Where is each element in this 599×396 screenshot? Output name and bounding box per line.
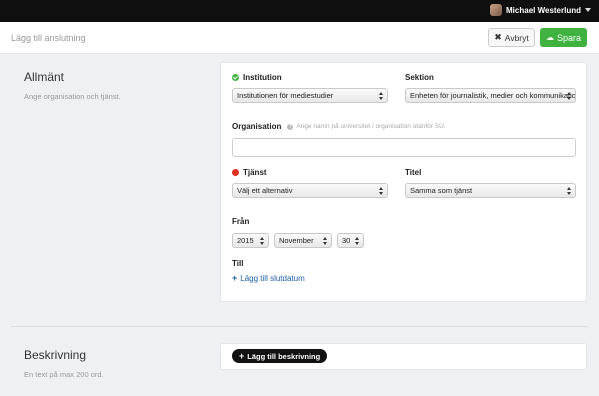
to-label: Till [232, 259, 243, 268]
organisation-label-text: Organisation [232, 122, 282, 131]
select-arrows-icon [355, 236, 360, 246]
top-navigation-bar: Michael Westerlund [0, 0, 599, 22]
service-label-text: Tjänst [243, 168, 267, 177]
institution-label-text: Institution [243, 73, 282, 82]
title-label: Titel [405, 168, 421, 177]
select-arrows-icon [567, 91, 572, 101]
title-label-text: Titel [405, 168, 422, 177]
title-select-value: Samma som tjänst [410, 186, 473, 195]
section-description-description: En text på max 200 ord. [24, 370, 104, 379]
service-select[interactable]: Välj ett alternativ [232, 183, 388, 198]
from-month-select[interactable]: November [274, 233, 332, 248]
check-circle-icon [232, 74, 239, 81]
to-label-text: Till [232, 259, 244, 268]
organisation-input[interactable] [232, 138, 576, 157]
from-day-select[interactable]: 30 [337, 233, 364, 248]
from-month-value: November [279, 236, 314, 245]
select-arrows-icon [323, 236, 328, 246]
avatar [490, 4, 503, 16]
select-arrows-icon [260, 236, 265, 246]
save-button[interactable]: ☁ Spara [540, 28, 587, 47]
section-select-value: Enheten för journalistik, medier och kom… [410, 91, 575, 100]
add-end-date-text: Lägg till slutdatum [240, 273, 305, 283]
service-label: Tjänst [232, 168, 267, 177]
chevron-down-icon [585, 8, 591, 12]
add-description-label: Lägg till beskrivning [247, 351, 321, 361]
institution-label: Institution [232, 73, 282, 82]
section-divider [11, 326, 588, 327]
cloud-upload-icon: ☁ [545, 33, 554, 42]
title-select[interactable]: Samma som tjänst [405, 183, 576, 198]
add-description-button[interactable]: + Lägg till beskrivning [232, 349, 328, 363]
from-label-text: Från [232, 217, 250, 226]
organisation-label: Organisation ? Ange namn på universitet … [232, 122, 446, 131]
section-title-description: Beskrivning [24, 348, 87, 362]
section-title-general: Allmänt [24, 70, 65, 84]
plus-icon: + [232, 273, 238, 283]
section-label: Sektion [405, 73, 434, 82]
section-label-text: Sektion [405, 73, 434, 82]
required-dot-icon [232, 169, 239, 176]
select-arrows-icon [567, 186, 572, 196]
institution-select-value: Institutionen för mediestudier [237, 91, 334, 100]
user-menu[interactable]: Michael Westerlund [490, 4, 591, 16]
organisation-hint: ? Ange namn på universitet / organisatio… [287, 123, 446, 130]
select-arrows-icon [379, 91, 384, 101]
service-select-value: Välj ett alternativ [237, 186, 293, 195]
section-description-general: Ange organisation och tjänst. [24, 92, 121, 101]
help-icon: ? [287, 123, 294, 130]
organisation-hint-text: Ange namn på universitet / organisation … [296, 123, 446, 130]
page-header: Lägg till anslutning ✖ Avbryt ☁ Spara [0, 22, 599, 54]
close-icon: ✖ [494, 32, 502, 42]
add-end-date-link[interactable]: + Lägg till slutdatum [232, 273, 305, 283]
cancel-button[interactable]: ✖ Avbryt [488, 28, 535, 47]
from-label: Från [232, 217, 249, 226]
cancel-label: Avbryt [504, 32, 529, 43]
save-label: Spara [556, 32, 582, 43]
page-title: Lägg till anslutning [11, 33, 86, 43]
user-name: Michael Westerlund [506, 5, 581, 15]
select-arrows-icon [379, 186, 384, 196]
section-select[interactable]: Enheten för journalistik, medier och kom… [405, 88, 576, 103]
plus-icon: + [239, 351, 245, 361]
institution-select[interactable]: Institutionen för mediestudier [232, 88, 388, 103]
from-year-select[interactable]: 2015 [232, 233, 269, 248]
